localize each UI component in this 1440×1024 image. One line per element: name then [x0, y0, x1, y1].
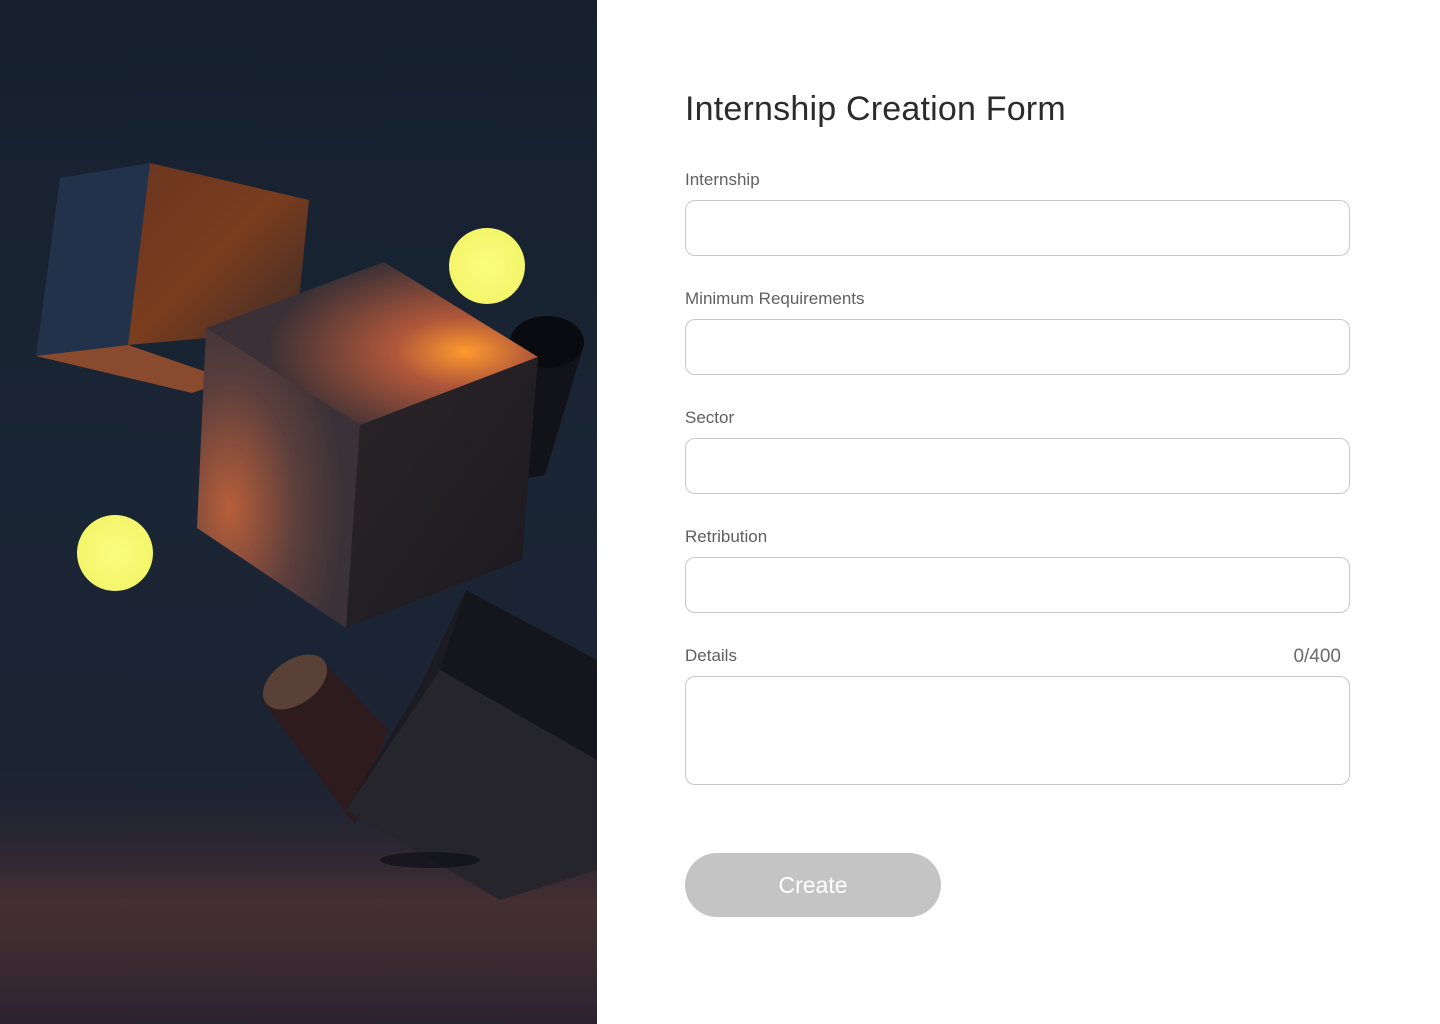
- page: Internship Creation Form Internship Mini…: [0, 0, 1440, 1024]
- retribution-label: Retribution: [685, 527, 768, 546]
- internship-input[interactable]: [685, 200, 1350, 256]
- yellow-sphere-left: [77, 515, 153, 591]
- details-character-counter: 0/400: [1293, 646, 1341, 667]
- minimum-requirements-label: Minimum Requirements: [685, 289, 865, 308]
- details-label: Details: [685, 646, 737, 665]
- minimum-requirements-field: Minimum Requirements: [685, 289, 1350, 375]
- details-textarea[interactable]: [685, 676, 1350, 785]
- create-button[interactable]: Create: [685, 853, 941, 917]
- internship-form: Internship Creation Form Internship Mini…: [597, 0, 1440, 1024]
- retribution-field: Retribution: [685, 527, 1350, 613]
- sector-label: Sector: [685, 408, 735, 427]
- details-field: Details 0/400: [685, 646, 1350, 785]
- retribution-input[interactable]: [685, 557, 1350, 613]
- sector-input[interactable]: [685, 438, 1350, 494]
- internship-field: Internship: [685, 170, 1350, 256]
- form-title: Internship Creation Form: [685, 90, 1066, 128]
- decorative-art-panel: [0, 0, 597, 1024]
- internship-label: Internship: [685, 170, 760, 189]
- minimum-requirements-input[interactable]: [685, 319, 1350, 375]
- yellow-sphere-top: [449, 228, 525, 304]
- sector-field: Sector: [685, 408, 1350, 494]
- abstract-3d-shapes-illustration: [0, 163, 597, 1024]
